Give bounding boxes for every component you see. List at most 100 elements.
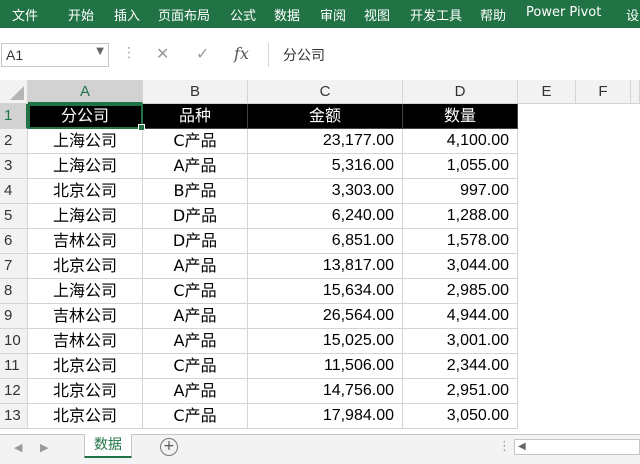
table-cell[interactable]: C产品 xyxy=(143,354,248,379)
table-cell[interactable]: D产品 xyxy=(143,229,248,254)
chevron-down-icon[interactable]: ▼ xyxy=(96,46,104,57)
table-cell[interactable]: 3,044.00 xyxy=(403,254,518,279)
table-cell[interactable]: 4,100.00 xyxy=(403,129,518,154)
table-cell[interactable]: 上海公司 xyxy=(28,154,143,179)
table-cell[interactable]: 5,316.00 xyxy=(248,154,403,179)
table-cell[interactable]: 997.00 xyxy=(403,179,518,204)
table-cell[interactable]: 17,984.00 xyxy=(248,404,403,429)
tab-data[interactable]: 数据 xyxy=(274,5,300,24)
grip-dots-icon[interactable]: ⋮ xyxy=(122,45,136,61)
tab-power-pivot[interactable]: Power Pivot xyxy=(526,5,601,20)
tab-insert[interactable]: 插入 xyxy=(114,5,140,24)
tab-home[interactable]: 开始 xyxy=(68,5,94,24)
column-header-g[interactable] xyxy=(631,80,640,104)
row-header-10[interactable]: 10 xyxy=(0,329,28,354)
header-cell-branch[interactable]: 分公司 xyxy=(28,104,143,129)
enter-icon[interactable]: ✓ xyxy=(196,44,209,63)
table-cell[interactable]: B产品 xyxy=(143,179,248,204)
table-cell[interactable]: 北京公司 xyxy=(28,254,143,279)
table-cell[interactable]: 3,001.00 xyxy=(403,329,518,354)
table-cell[interactable]: A产品 xyxy=(143,329,248,354)
header-cell-product[interactable]: 品种 xyxy=(143,104,248,129)
table-cell[interactable]: D产品 xyxy=(143,204,248,229)
table-cell[interactable]: 2,985.00 xyxy=(403,279,518,304)
table-cell[interactable]: A产品 xyxy=(143,254,248,279)
table-cell[interactable]: 15,634.00 xyxy=(248,279,403,304)
table-cell[interactable]: 14,756.00 xyxy=(248,379,403,404)
row-header-5[interactable]: 5 xyxy=(0,204,28,229)
cancel-icon[interactable]: ✕ xyxy=(156,44,169,63)
table-cell[interactable]: 11,506.00 xyxy=(248,354,403,379)
scroll-left-icon[interactable]: ◀ xyxy=(14,441,22,454)
row-header-1[interactable]: 1 xyxy=(0,104,28,129)
table-cell[interactable]: 北京公司 xyxy=(28,179,143,204)
select-all-button[interactable] xyxy=(0,80,28,104)
table-cell[interactable]: A产品 xyxy=(143,304,248,329)
row-header-9[interactable]: 9 xyxy=(0,304,28,329)
row-header-3[interactable]: 3 xyxy=(0,154,28,179)
table-cell[interactable]: 4,944.00 xyxy=(403,304,518,329)
name-box[interactable]: A1 ▼ xyxy=(1,43,109,67)
column-header-c[interactable]: C xyxy=(248,80,403,104)
table-cell[interactable]: 北京公司 xyxy=(28,354,143,379)
add-sheet-button[interactable]: + xyxy=(160,438,178,456)
tab-file[interactable]: 文件 xyxy=(12,5,38,24)
row-header-6[interactable]: 6 xyxy=(0,229,28,254)
column-header-d[interactable]: D xyxy=(403,80,518,104)
table-cell[interactable]: C产品 xyxy=(143,129,248,154)
row-header-4[interactable]: 4 xyxy=(0,179,28,204)
table-cell[interactable]: 1,055.00 xyxy=(403,154,518,179)
table-cell[interactable]: 3,303.00 xyxy=(248,179,403,204)
table-cell[interactable]: 上海公司 xyxy=(28,204,143,229)
tab-formulas[interactable]: 公式 xyxy=(230,5,256,24)
tab-page-layout[interactable]: 页面布局 xyxy=(158,5,210,24)
sheet-tab-data[interactable]: 数据 xyxy=(84,434,132,458)
column-header-f[interactable]: F xyxy=(576,80,631,104)
scroll-right-icon[interactable]: ▶ xyxy=(40,441,48,454)
tab-design-truncated[interactable]: 设 xyxy=(626,5,639,24)
table-cell[interactable]: 吉林公司 xyxy=(28,304,143,329)
row-header-7[interactable]: 7 xyxy=(0,254,28,279)
table-cell[interactable]: 吉林公司 xyxy=(28,329,143,354)
formula-input[interactable]: 分公司 xyxy=(268,43,640,67)
row-header-8[interactable]: 8 xyxy=(0,279,28,304)
column-header-e[interactable]: E xyxy=(518,80,576,104)
header-cell-quantity[interactable]: 数量 xyxy=(403,104,518,129)
column-header-a[interactable]: A xyxy=(28,80,143,104)
table-cell[interactable]: 2,344.00 xyxy=(403,354,518,379)
insert-function-icon[interactable]: fx xyxy=(234,44,249,63)
table-cell[interactable]: 6,851.00 xyxy=(248,229,403,254)
row-header-2[interactable]: 2 xyxy=(0,129,28,154)
table-cell[interactable]: 2,951.00 xyxy=(403,379,518,404)
table-cell[interactable]: 26,564.00 xyxy=(248,304,403,329)
table-cell[interactable]: 3,050.00 xyxy=(403,404,518,429)
tab-help[interactable]: 帮助 xyxy=(480,5,506,24)
tab-view[interactable]: 视图 xyxy=(364,5,390,24)
table-cell[interactable]: A产品 xyxy=(143,154,248,179)
table-cell[interactable]: C产品 xyxy=(143,404,248,429)
table-cell[interactable]: 上海公司 xyxy=(28,129,143,154)
name-box-value: A1 xyxy=(6,47,24,63)
row-header-13[interactable]: 13 xyxy=(0,404,28,429)
table-cell[interactable]: 吉林公司 xyxy=(28,229,143,254)
table-cell[interactable]: 6,240.00 xyxy=(248,204,403,229)
header-cell-amount[interactable]: 金额 xyxy=(248,104,403,129)
scroll-left-arrow-icon[interactable]: ◀ xyxy=(518,440,526,454)
row-header-11[interactable]: 11 xyxy=(0,354,28,379)
table-cell[interactable]: 15,025.00 xyxy=(248,329,403,354)
table-cell[interactable]: C产品 xyxy=(143,279,248,304)
table-cell[interactable]: 1,288.00 xyxy=(403,204,518,229)
column-header-b[interactable]: B xyxy=(143,80,248,104)
table-cell[interactable]: 13,817.00 xyxy=(248,254,403,279)
table-cell[interactable]: 1,578.00 xyxy=(403,229,518,254)
table-cell[interactable]: 23,177.00 xyxy=(248,129,403,154)
table-cell[interactable]: 北京公司 xyxy=(28,379,143,404)
grip-dots-icon[interactable]: ⋮ xyxy=(498,439,511,454)
tab-review[interactable]: 审阅 xyxy=(320,5,346,24)
tab-developer[interactable]: 开发工具 xyxy=(410,5,462,24)
row-header-12[interactable]: 12 xyxy=(0,379,28,404)
table-cell[interactable]: 北京公司 xyxy=(28,404,143,429)
table-cell[interactable]: 上海公司 xyxy=(28,279,143,304)
horizontal-scrollbar[interactable]: ◀ xyxy=(514,439,640,455)
table-cell[interactable]: A产品 xyxy=(143,379,248,404)
